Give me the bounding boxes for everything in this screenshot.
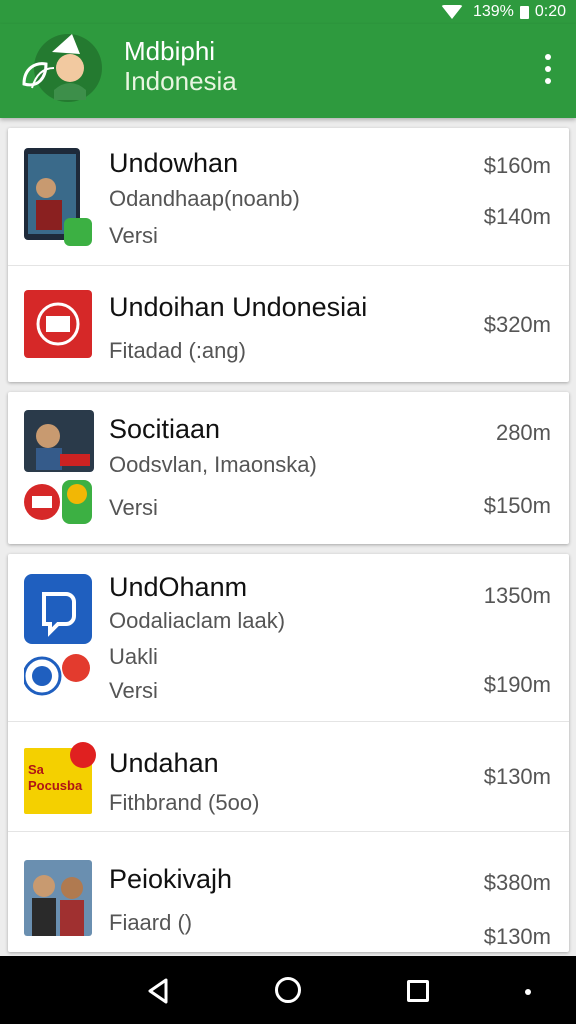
status-bar: 139% 0:20 [0,0,576,24]
app-logo [22,34,102,102]
list-item[interactable]: Undowhan Odandhaap(noanb) Versi $160m $1… [8,128,569,266]
item-price-secondary: $190m [483,672,551,697]
item-subtitle: Fiaard () [109,910,193,935]
item-price-secondary: $140m [483,204,551,229]
item-price: 1350m [483,583,551,608]
system-nav-bar [0,956,576,1024]
app-title-line2: Indonesia [124,66,237,96]
item-subtitle-2: Uakli [109,644,158,669]
app-title-line1: Mdbiphi [124,36,216,66]
listing-list: Undowhan Odandhaap(noanb) Versi $160m $1… [8,128,569,962]
item-price: $160m [483,153,551,178]
wifi-icon [440,5,463,19]
list-item[interactable]: UndOhanm Oodaliaclam laak) Uakli Versi 1… [8,554,569,722]
item-price: $380m [483,870,551,895]
item-subtitle: Oodaliaclam laak) [109,608,286,633]
app-bar: Mdbiphi Indonesia [0,24,576,118]
list-item[interactable]: Socitiaan Oodsvlan, Imaonska) Versi 280m… [8,392,569,544]
nav-dot-icon [525,989,531,995]
listing-card: UndOhanm Oodaliaclam laak) Uakli Versi 1… [8,554,569,952]
item-name: Peiokivajh [109,864,233,894]
item-subtitle: Fitadad (:ang) [109,338,246,363]
item-name: Undoihan Undonesiai [109,292,368,322]
item-name: Undahan [109,748,219,778]
item-name: Socitiaan [109,414,221,444]
listing-card: Undowhan Odandhaap(noanb) Versi $160m $1… [8,128,569,382]
item-subtitle: Oodsvlan, Imaonska) [109,452,317,477]
item-price: $130m [483,764,551,789]
list-item[interactable]: Sa Pocusba Undahan Fithbrand (5oo) $130m [8,722,569,832]
item-subtitle: Fithbrand (5oo) [109,790,260,815]
app-thumbnail [24,290,92,358]
listing-card: Socitiaan Oodsvlan, Imaonska) Versi 280m… [8,392,569,544]
recents-icon[interactable] [407,980,429,1002]
list-item[interactable]: Peiokivajh Fiaard () $380m $130m [8,832,569,952]
item-price: 280m [495,420,551,445]
item-price-secondary: $150m [483,493,551,518]
item-version: Versi [109,678,158,703]
overflow-menu-icon[interactable] [544,54,552,84]
item-subtitle: Odandhaap(noanb) [109,186,300,211]
app-thumbnail [24,860,92,936]
battery-icon [519,5,529,19]
thumbnail-text-2: Pocusba [28,778,83,793]
item-name: Undowhan [109,148,239,178]
app-thumbnail: Sa Pocusba [24,742,96,814]
app-title: Mdbiphi Indonesia [124,36,237,96]
badge-icon [70,742,96,768]
item-price-secondary: $130m [483,924,551,949]
list-item[interactable]: Undoihan Undonesiai Fitadad (:ang) $320m [8,266,569,382]
battery-percent: 139% [472,3,514,20]
back-icon[interactable] [146,978,170,1004]
clock: 0:20 [534,3,566,20]
app-thumbnail [24,574,92,696]
item-version: Versi [109,223,158,248]
app-thumbnail [24,410,94,524]
item-price: $320m [483,312,551,337]
app-thumbnail [24,148,92,246]
item-version: Versi [109,495,158,520]
home-icon[interactable] [275,977,301,1003]
item-name: UndOhanm [109,572,248,602]
